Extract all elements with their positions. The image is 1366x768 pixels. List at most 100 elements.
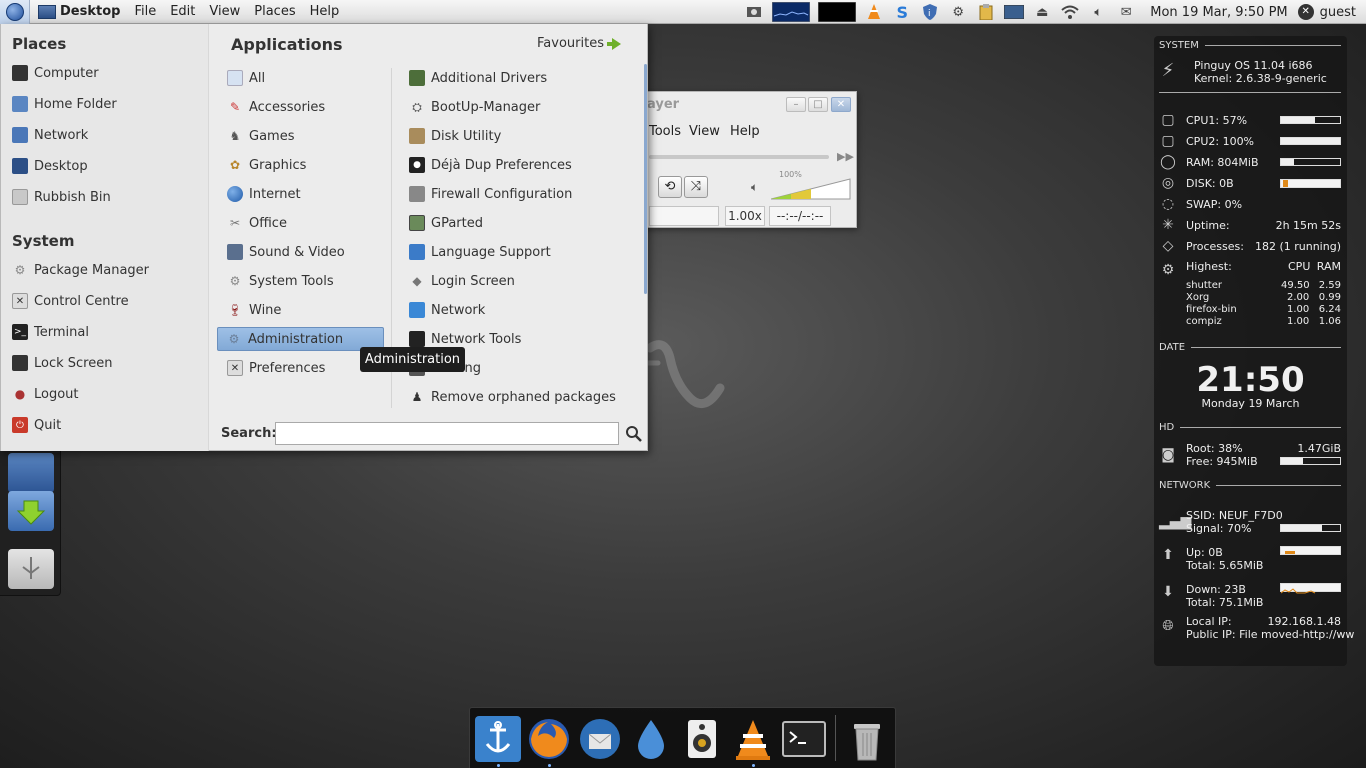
ssid: SSID: NEUF_F7D0 bbox=[1186, 509, 1283, 522]
workspace-switcher-icon[interactable] bbox=[1004, 3, 1025, 21]
system-monitor-graph-icon[interactable] bbox=[772, 2, 811, 22]
player-menu-tools[interactable]: Tools bbox=[649, 124, 681, 139]
system-logout[interactable]: ● Logout bbox=[12, 383, 79, 405]
category-internet[interactable]: Internet bbox=[227, 182, 301, 206]
category-all[interactable]: All bbox=[227, 66, 265, 90]
mail-icon[interactable]: ✉ bbox=[1116, 3, 1136, 21]
media-player-window[interactable]: ayer – □ ✕ Tools View Help ▶▶ ⟲ ⤨ 🔈︎ 100… bbox=[640, 91, 857, 228]
process-name: Xorg bbox=[1186, 292, 1210, 303]
maximize-button[interactable]: □ bbox=[808, 97, 828, 112]
process-ram: 2.59 bbox=[1318, 280, 1341, 291]
clipboard-icon[interactable] bbox=[976, 3, 996, 21]
sync-tray-icon[interactable]: S bbox=[892, 3, 912, 22]
app-disk-utility[interactable]: Disk Utility bbox=[409, 124, 501, 148]
minimize-button[interactable]: – bbox=[786, 97, 806, 112]
category-accessories[interactable]: ✎ Accessories bbox=[227, 95, 325, 119]
panel-menu-places[interactable]: Places bbox=[247, 0, 302, 24]
place-computer[interactable]: Computer bbox=[12, 62, 99, 84]
vlc-tray-icon[interactable] bbox=[864, 3, 884, 21]
home-folder-icon bbox=[12, 96, 28, 112]
volume-slider[interactable]: 100% bbox=[770, 170, 851, 200]
app-firewall-configuration[interactable]: Firewall Configuration bbox=[409, 182, 572, 206]
system-package-manager[interactable]: ⚙ Package Manager bbox=[12, 259, 149, 281]
system-terminal[interactable]: >_ Terminal bbox=[12, 321, 89, 343]
panel-menu-file[interactable]: File bbox=[127, 0, 163, 24]
system-control-centre[interactable]: ✕ Control Centre bbox=[12, 290, 129, 312]
panel-menu-edit[interactable]: Edit bbox=[163, 0, 202, 24]
volume-icon[interactable]: 🔈︎ bbox=[1088, 3, 1108, 21]
cpu2-bar bbox=[1280, 137, 1341, 145]
category-label: Preferences bbox=[249, 360, 326, 376]
cpu1-bar bbox=[1280, 116, 1341, 124]
network-monitor-graph-icon[interactable] bbox=[818, 2, 857, 22]
app-gparted[interactable]: GParted bbox=[409, 211, 483, 235]
ram-bar-fill bbox=[1281, 159, 1294, 165]
close-button[interactable]: ✕ bbox=[831, 97, 851, 112]
drop-icon[interactable] bbox=[628, 716, 674, 762]
eject-icon[interactable]: ⏏ bbox=[1032, 3, 1052, 21]
repeat-button[interactable]: ⟲ bbox=[658, 176, 682, 198]
app-login-screen[interactable]: ◆ Login Screen bbox=[409, 269, 515, 293]
system-lock-screen[interactable]: Lock Screen bbox=[12, 352, 112, 374]
app-network[interactable]: Network bbox=[409, 298, 485, 322]
shield-icon[interactable]: i bbox=[920, 3, 940, 21]
place-network[interactable]: Network bbox=[12, 124, 88, 146]
download-folder-icon[interactable] bbox=[8, 491, 54, 531]
skip-forward-icon[interactable]: ▶▶ bbox=[837, 150, 854, 163]
app-bootup-manager[interactable]: ⛭ BootUp-Manager bbox=[409, 95, 540, 119]
panel-clock[interactable]: Mon 19 Mar, 9:50 PM bbox=[1140, 5, 1297, 20]
app-language-support[interactable]: Language Support bbox=[409, 240, 551, 264]
anchor-icon[interactable] bbox=[475, 716, 521, 762]
thunderbird-icon[interactable] bbox=[577, 716, 623, 762]
app-deja-dup-preferences[interactable]: ● Déjà Dup Preferences bbox=[409, 153, 572, 177]
terminal-icon[interactable] bbox=[781, 716, 827, 762]
panel-menu-desktop[interactable]: Desktop bbox=[60, 0, 127, 24]
local-ip-value: 192.168.1.48 bbox=[1267, 615, 1341, 628]
player-menu-help[interactable]: Help bbox=[730, 124, 760, 139]
app-label: Login Screen bbox=[431, 273, 515, 289]
process-name: shutter bbox=[1186, 280, 1222, 291]
category-office[interactable]: ✂ Office bbox=[227, 211, 287, 235]
screenshot-tray-icon[interactable] bbox=[744, 3, 764, 21]
place-home-folder[interactable]: Home Folder bbox=[12, 93, 117, 115]
app-remove-orphaned-packages[interactable]: ♟ Remove orphaned packages bbox=[409, 385, 616, 409]
category-games[interactable]: ♞ Games bbox=[227, 124, 295, 148]
search-input[interactable] bbox=[275, 422, 619, 445]
category-administration[interactable]: ⚙ Administration bbox=[217, 327, 384, 351]
user-menu[interactable]: ✕ guest bbox=[1297, 4, 1366, 20]
category-graphics[interactable]: ✿ Graphics bbox=[227, 153, 306, 177]
main-menu-button[interactable] bbox=[0, 0, 30, 24]
place-rubbish-bin[interactable]: Rubbish Bin bbox=[12, 186, 111, 208]
player-menu-view[interactable]: View bbox=[689, 124, 720, 139]
speaker-icon[interactable] bbox=[679, 716, 725, 762]
favourites-link[interactable]: Favourites bbox=[537, 36, 621, 51]
category-wine[interactable]: 🍷︎ Wine bbox=[227, 298, 281, 322]
system-quit[interactable]: ⏻ Quit bbox=[12, 414, 61, 436]
upload-total: Total: 5.65MiB bbox=[1186, 559, 1264, 572]
app-additional-drivers[interactable]: Additional Drivers bbox=[409, 66, 547, 90]
vlc-icon[interactable] bbox=[730, 716, 776, 762]
system-label: Terminal bbox=[34, 324, 89, 340]
trash-icon[interactable] bbox=[844, 716, 890, 762]
usb-drive-icon[interactable] bbox=[8, 549, 54, 589]
panel-menu-view[interactable]: View bbox=[202, 0, 247, 24]
graphics-icon: ✿ bbox=[229, 158, 241, 172]
upload-graph bbox=[1280, 546, 1341, 555]
place-desktop[interactable]: Desktop bbox=[12, 155, 88, 177]
category-sound-video[interactable]: Sound & Video bbox=[227, 240, 345, 264]
seek-bar[interactable] bbox=[649, 155, 829, 159]
category-system-tools[interactable]: ⚙ System Tools bbox=[227, 269, 334, 293]
apps-scrollbar[interactable] bbox=[644, 64, 647, 294]
user-name: guest bbox=[1319, 4, 1356, 20]
search-icon[interactable] bbox=[625, 425, 643, 443]
category-preferences[interactable]: ✕ Preferences bbox=[227, 356, 325, 380]
video-folder-icon[interactable] bbox=[8, 453, 54, 493]
panel-menu-help[interactable]: Help bbox=[303, 0, 347, 24]
uptime-value: 2h 15m 52s bbox=[1275, 219, 1341, 232]
shuffle-button[interactable]: ⤨ bbox=[684, 176, 708, 198]
running-indicator bbox=[497, 764, 500, 767]
category-label: Sound & Video bbox=[249, 244, 345, 260]
gear-tray-icon[interactable]: ⚙ bbox=[948, 3, 968, 21]
wifi-icon[interactable] bbox=[1060, 3, 1080, 21]
firefox-icon[interactable] bbox=[526, 716, 572, 762]
